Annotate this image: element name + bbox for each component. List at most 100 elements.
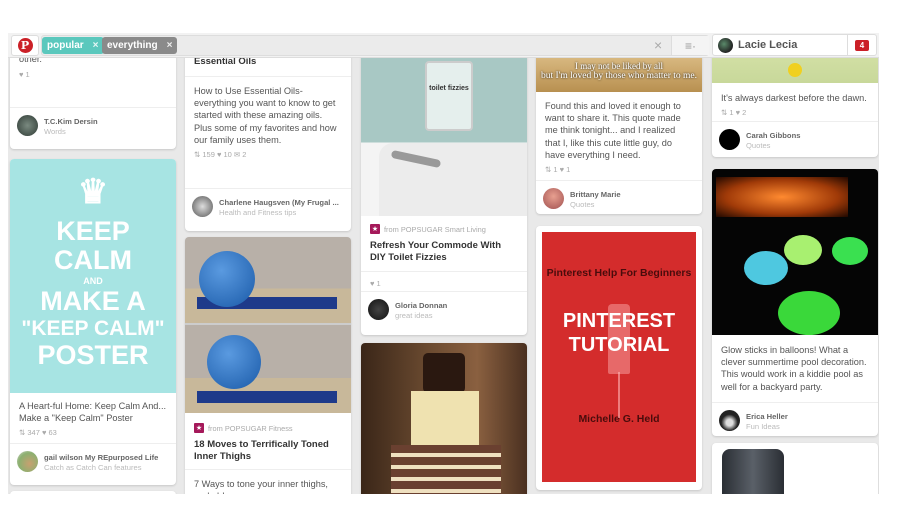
avatar[interactable] — [719, 410, 740, 431]
pin-image-keep-calm[interactable]: ♛ KEEP CALM AND MAKE A "KEEP CALM" POSTE… — [10, 159, 176, 393]
pinner-attribution[interactable]: gail wilson My REpurposed Life Catch as … — [10, 443, 176, 477]
pinner-name[interactable]: Carah Gibbons — [746, 131, 800, 140]
pinterest-logo-button[interactable]: P — [11, 35, 39, 56]
pin-stats: ♥ 1 — [370, 279, 381, 288]
avatar[interactable] — [543, 188, 564, 209]
pin-card[interactable]: I may not be liked by all but I'm loved … — [536, 33, 702, 214]
user-name: Lacie Lecia — [738, 39, 798, 51]
pin-grid: really do love each other when they are … — [8, 33, 879, 494]
chip-label: popular — [47, 40, 84, 51]
pin-image-pinterest-tutorial[interactable]: Pinterest Help For Beginners PINTEREST T… — [542, 232, 696, 482]
board-name[interactable]: Health and Fitness tips — [219, 208, 296, 217]
board-name[interactable]: Catch as Catch Can features — [44, 463, 142, 472]
pinterest-logo-icon: P — [17, 38, 33, 53]
book-title: TUTORIAL — [568, 334, 670, 356]
pin-card[interactable]: Glow sticks in balloons! What a clever s… — [712, 169, 878, 436]
cake-tier — [391, 445, 501, 494]
board-name[interactable]: Quotes — [570, 200, 594, 209]
search-input[interactable]: popular × everything × × ≡· — [41, 35, 709, 56]
book-subtitle: Pinterest Help For Beginners — [546, 267, 692, 279]
pinner-attribution[interactable]: Gloria Donnan great ideas — [361, 291, 527, 325]
pinner-attribution[interactable]: T.C.Kim Dersin Words — [10, 107, 176, 141]
poster-text: CALM — [54, 245, 132, 275]
pin-stats: ⇅ 159 ♥ 10 ✉ 2 — [194, 150, 247, 160]
pin-card[interactable]: Pinterest Help For Beginners PINTEREST T… — [536, 226, 702, 490]
pin-image-exercise[interactable] — [185, 237, 351, 413]
popsugar-icon: ★ — [194, 423, 204, 433]
pinner-name[interactable]: Gloria Donnan — [395, 301, 447, 310]
pin-title[interactable]: 18 Moves to Terrifically Toned Inner Thi… — [185, 433, 351, 463]
pinner-name[interactable]: T.C.Kim Dersin — [44, 117, 98, 126]
balloon — [744, 251, 788, 285]
crown-icon: ♛ — [77, 173, 109, 211]
board-name[interactable]: Fun Ideas — [746, 422, 780, 431]
clear-search-icon[interactable]: × — [654, 37, 662, 53]
popsugar-icon: ★ — [370, 224, 380, 234]
pinner-attribution[interactable]: Erica Heller Fun Ideas — [712, 402, 878, 436]
pinner-attribution[interactable]: Carah Gibbons Quotes — [712, 121, 878, 155]
chip-label: everything — [107, 40, 158, 51]
menu-icon: ≡· — [685, 38, 696, 53]
pin-description: It's always darkest before the dawn. — [721, 93, 867, 103]
poster-text: "KEEP CALM" — [21, 317, 165, 340]
pinner-attribution[interactable]: Charlene Haugsven (My Frugal ... Health … — [185, 188, 351, 222]
remove-chip-icon[interactable]: × — [167, 40, 173, 51]
poster-text: POSTER — [37, 340, 149, 370]
pin-image-jeans[interactable] — [722, 449, 784, 494]
avatar[interactable] — [17, 115, 38, 136]
pin-description: Found this and loved it enough to want t… — [545, 101, 681, 160]
board-name[interactable]: Words — [44, 127, 66, 136]
poster-text: KEEP — [56, 216, 130, 246]
balloon — [832, 237, 868, 265]
pin-title[interactable]: Refresh Your Commode With DIY Toilet Fiz… — [361, 234, 527, 264]
search-chip-everything[interactable]: everything × — [102, 37, 178, 54]
remove-chip-icon[interactable]: × — [93, 40, 99, 51]
pin-description: A Heart-ful Home: Keep Calm And... Make … — [19, 401, 167, 424]
pin-description: Glow sticks in balloons! What a clever s… — [721, 345, 867, 392]
pin-image-toilet-fizzies[interactable]: toilet fizzies — [361, 33, 527, 216]
pin-stats: ♥ 1 — [19, 69, 30, 79]
avatar[interactable] — [719, 129, 740, 150]
pin-stats: ⇅ 347 ♥ 63 — [19, 428, 57, 438]
book-title: PINTEREST — [562, 310, 676, 332]
jar-label: toilet fizzies — [429, 85, 469, 92]
pinner-name[interactable]: Brittany Marie — [570, 190, 621, 199]
pin-source[interactable]: ★ from POPSUGAR Fitness — [185, 413, 351, 433]
balloon — [778, 291, 840, 335]
cake-tier — [423, 353, 465, 393]
pin-card[interactable]: toilet fizzies ★ from POPSUGAR Smart Livi… — [361, 33, 527, 335]
pinner-name[interactable]: Charlene Haugsven (My Frugal ... — [219, 198, 339, 207]
avatar[interactable] — [368, 299, 389, 320]
pin-card[interactable]: ♛ KEEP CALM AND MAKE A "KEEP CALM" POSTE… — [10, 159, 176, 485]
pin-card[interactable]: ★ from POPSUGAR Fitness 18 Moves to Terri… — [185, 237, 351, 494]
source-label: from POPSUGAR Smart Living — [384, 224, 486, 234]
pin-card[interactable] — [712, 443, 878, 494]
notification-badge: 4 — [855, 39, 869, 51]
pin-description: How to Use Essential Oils- everything yo… — [194, 86, 337, 145]
notifications-button[interactable]: 4 — [847, 35, 876, 55]
search-menu-button[interactable]: ≡· — [671, 36, 709, 55]
avatar[interactable] — [17, 451, 38, 472]
pin-card[interactable]: How to Get Started with Essential Oils H… — [185, 33, 351, 231]
pin-image-cake[interactable] — [361, 343, 527, 494]
cake-tier — [411, 391, 479, 447]
search-chip-popular[interactable]: popular × — [42, 37, 104, 54]
pin-stats: ⇅ 1 ♥ 1 — [545, 165, 571, 175]
pinner-name[interactable]: Erica Heller — [746, 412, 788, 421]
pin-source[interactable]: ★ from POPSUGAR Smart Living — [361, 216, 527, 234]
pin-card[interactable] — [10, 491, 176, 494]
user-avatar — [718, 38, 733, 53]
pin-card[interactable] — [361, 343, 527, 494]
poster-text: MAKE A — [40, 286, 146, 316]
user-menu-button[interactable]: Lacie Lecia 4 — [712, 34, 877, 56]
quote-text: but I'm loved by those who matter to me. — [540, 71, 698, 81]
pin-stats: ⇅ 1 ♥ 2 — [721, 108, 747, 118]
pin-image-glow-balloons[interactable] — [712, 169, 878, 335]
board-name[interactable]: great ideas — [395, 311, 433, 320]
board-name[interactable]: Quotes — [746, 141, 770, 150]
balloon — [784, 235, 822, 265]
pinner-name[interactable]: gail wilson My REpurposed Life — [44, 453, 158, 462]
exercise-ball — [207, 335, 261, 389]
pinner-attribution[interactable]: Brittany Marie Quotes — [536, 180, 702, 214]
avatar[interactable] — [192, 196, 213, 217]
